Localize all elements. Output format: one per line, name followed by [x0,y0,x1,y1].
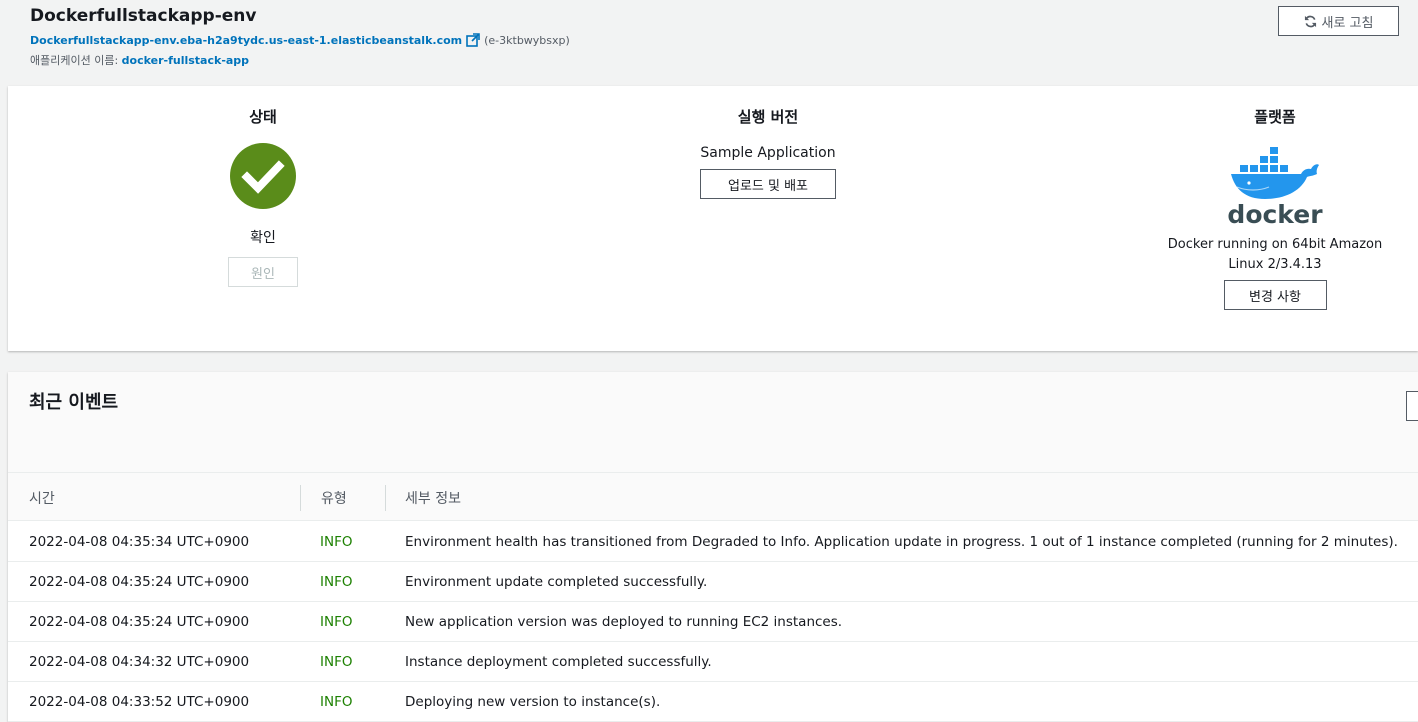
table-row: 2022-04-08 04:33:52 UTC+0900 INFO Deploy… [8,682,1418,722]
event-detail: New application version was deployed to … [405,614,843,630]
event-type: INFO [320,654,353,670]
event-detail: Instance deployment completed successful… [405,654,712,670]
table-row: 2022-04-08 04:35:34 UTC+0900 INFO Enviro… [8,522,1418,562]
event-detail: Deploying new version to instance(s). [405,694,661,710]
platform-section: 플랫폼 docker Docker running on 64bit Amazo… [1164,86,1386,310]
docker-logo-icon: docker [1227,147,1323,227]
status-section: 상태 확인 원인 [208,86,318,287]
change-platform-button[interactable]: 변경 사항 [1223,280,1327,310]
table-row: 2022-04-08 04:35:24 UTC+0900 INFO Enviro… [8,562,1418,602]
running-version-section: 실행 버전 Sample Application 업로드 및 배포 [668,86,868,199]
status-title: 상태 [249,108,277,126]
application-name-label: 애플리케이션 이름: [30,54,119,67]
platform-title: 플랫폼 [1254,108,1296,126]
refresh-button-label: 새로 고침 [1321,15,1374,31]
event-detail: Environment health has transitioned from… [405,534,1398,550]
event-time: 2022-04-08 04:33:52 UTC+0900 [29,694,250,710]
running-version-value: Sample Application [700,145,836,161]
svg-text:docker: docker [1227,200,1323,227]
event-type: INFO [320,534,353,550]
view-all-events-button[interactable] [1406,391,1418,421]
refresh-button[interactable]: 새로 고침 [1278,6,1399,36]
event-type: INFO [320,694,353,710]
upload-and-deploy-button[interactable]: 업로드 및 배포 [700,169,836,199]
environment-id: (e-3ktbwybsxp) [484,33,570,47]
event-type: INFO [320,574,353,590]
events-table-header: 시간 유형 세부 정보 [8,472,1418,521]
environment-overview-panel: 상태 확인 원인 실행 버전 Sample Application 업로드 및 … [8,86,1418,351]
platform-description-line2: Linux 2/3.4.13 [1228,257,1322,272]
recent-events-title: 최근 이벤트 [29,392,119,413]
external-link-icon[interactable] [466,33,480,47]
refresh-icon [1304,15,1316,27]
recent-events-header: 최근 이벤트 [8,372,1418,472]
recent-events-panel: 최근 이벤트 시간 유형 세부 정보 2022-04-08 04:35:34 U… [8,372,1418,722]
event-detail: Environment update completed successfull… [405,574,708,590]
column-header-type[interactable]: 유형 [321,488,347,508]
status-value: 확인 [250,230,276,246]
platform-description: Docker running on 64bit Amazon Linux 2/3… [1164,235,1386,275]
column-divider [300,485,301,511]
check-circle-icon [230,143,296,209]
environment-url-row: Dockerfullstackapp-env.eba-h2a9tydc.us-e… [30,33,570,47]
event-time: 2022-04-08 04:34:32 UTC+0900 [29,654,250,670]
table-row: 2022-04-08 04:34:32 UTC+0900 INFO Instan… [8,642,1418,682]
column-header-time[interactable]: 시간 [29,488,55,508]
event-time: 2022-04-08 04:35:34 UTC+0900 [29,534,250,550]
platform-description-line1: Docker running on 64bit Amazon [1167,237,1383,252]
environment-url-link[interactable]: Dockerfullstackapp-env.eba-h2a9tydc.us-e… [30,34,462,47]
column-divider [385,485,386,511]
table-row: 2022-04-08 04:35:24 UTC+0900 INFO New ap… [8,602,1418,642]
application-name-row: 애플리케이션 이름: docker-fullstack-app [30,52,249,68]
event-time: 2022-04-08 04:35:24 UTC+0900 [29,574,250,590]
cause-button[interactable]: 원인 [228,257,298,287]
event-time: 2022-04-08 04:35:24 UTC+0900 [29,614,250,630]
application-name-link[interactable]: docker-fullstack-app [122,54,249,67]
environment-title: Dockerfullstackapp-env [30,6,257,26]
column-header-details[interactable]: 세부 정보 [405,488,461,508]
event-type: INFO [320,614,353,630]
running-version-title: 실행 버전 [737,108,799,126]
environment-header: Dockerfullstackapp-env Dockerfullstackap… [0,0,1418,86]
